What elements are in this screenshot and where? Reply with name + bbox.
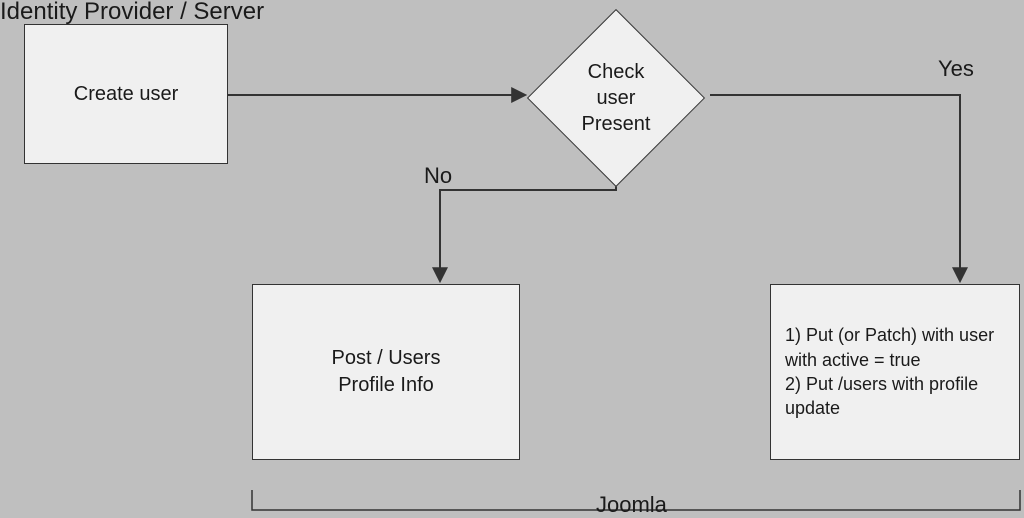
branch-no-label: No	[424, 163, 452, 189]
node-check-user: Check user Present	[528, 10, 704, 186]
node-check-user-text: Check user Present	[582, 59, 651, 137]
node-create-user: Create user	[24, 24, 228, 164]
node-put-patch: 1) Put (or Patch) with user with active …	[770, 284, 1020, 460]
title-label: Identity Provider / Server	[0, 0, 264, 26]
node-put-patch-text: 1) Put (or Patch) with user with active …	[785, 323, 1005, 420]
branch-yes-label: Yes	[938, 56, 974, 82]
diagram-canvas: Identity Provider / Server Create user C…	[0, 0, 1024, 518]
node-post-users: Post / Users Profile Info	[252, 284, 520, 460]
footer-label: Joomla	[596, 492, 667, 518]
node-create-user-text: Create user	[74, 81, 179, 108]
node-post-users-text: Post / Users Profile Info	[332, 345, 441, 399]
